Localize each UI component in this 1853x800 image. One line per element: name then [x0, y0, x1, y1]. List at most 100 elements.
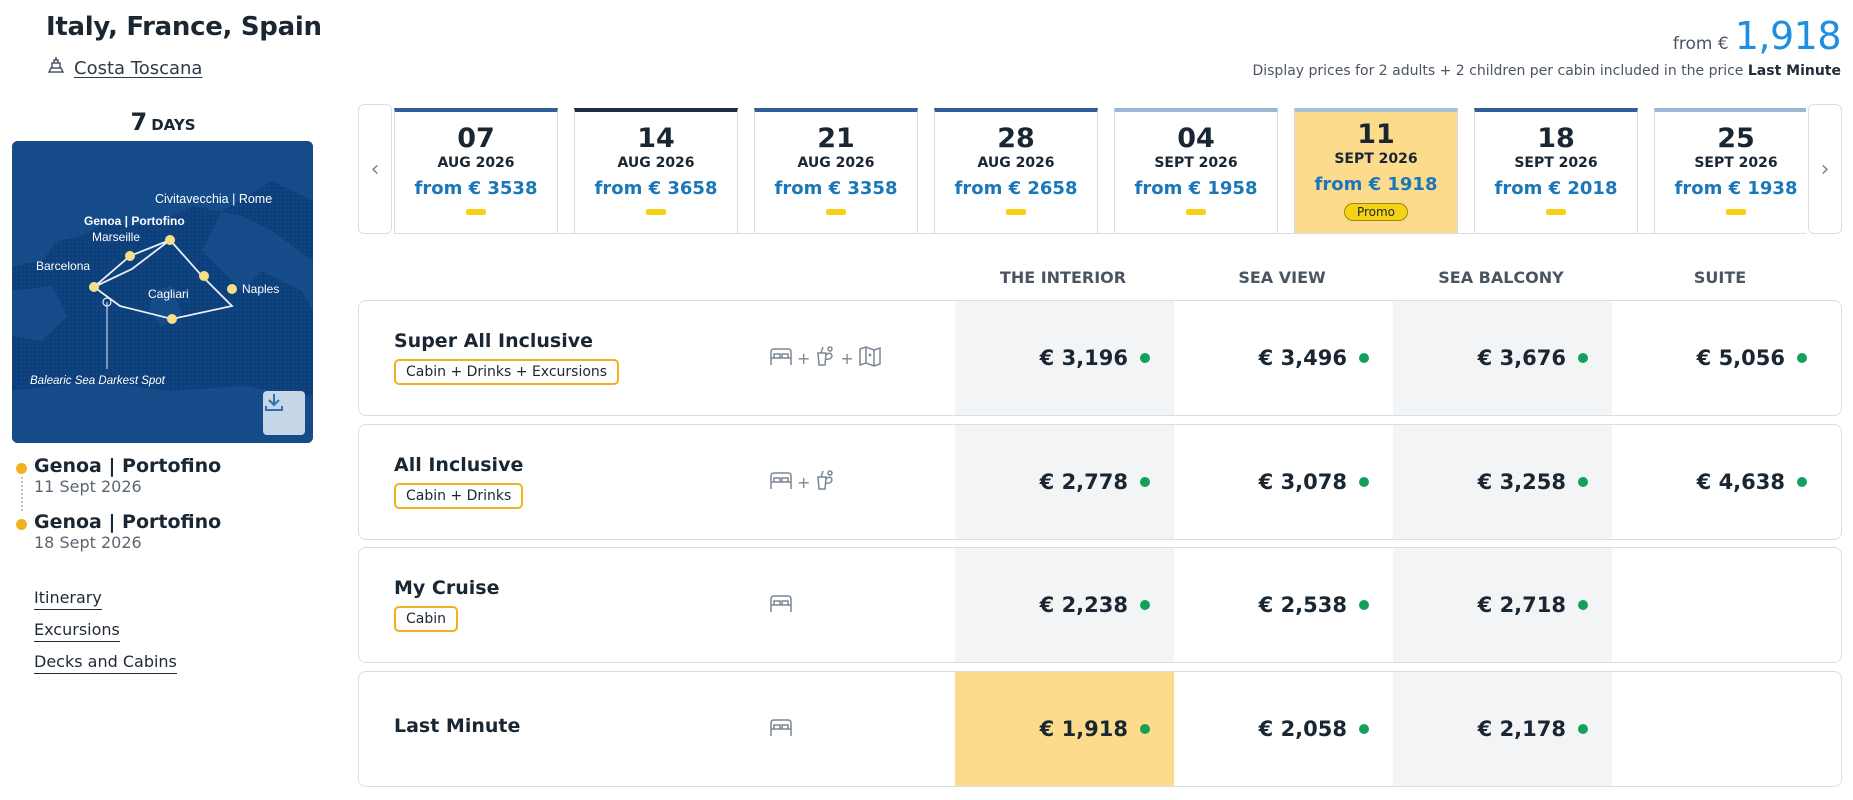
link-decks-cabins[interactable]: Decks and Cabins	[34, 652, 177, 674]
price-value[interactable]: € 2,718	[1478, 593, 1566, 617]
package-icons	[769, 672, 793, 786]
price-value[interactable]: € 3,676	[1478, 346, 1566, 370]
price-value[interactable]: € 3,258	[1478, 470, 1566, 494]
price-value[interactable]: € 1,918	[1040, 717, 1128, 741]
departure-date-carousel: ‹ 07 AUG 2026 from € 3538 14 AUG 2026 from € …	[358, 104, 1842, 236]
availability-bar	[1006, 209, 1026, 215]
departure-date-card[interactable]: 28 AUG 2026 from € 2658	[934, 108, 1098, 233]
map-label-naples: Naples	[242, 282, 279, 296]
timeline-port: Genoa | Portofino	[34, 511, 222, 533]
availability-dot	[1578, 600, 1588, 610]
package-badge: Cabin	[394, 606, 459, 632]
price-value[interactable]: € 2,178	[1478, 717, 1566, 741]
availability-dot	[1359, 353, 1369, 363]
bed-icon	[769, 346, 793, 370]
date-day: 07	[457, 123, 495, 154]
availability-bar	[466, 209, 486, 215]
price-cell[interactable]: € 4,638	[1612, 425, 1831, 539]
price-cell[interactable]: € 2,778	[955, 425, 1174, 539]
date-month: AUG 2026	[437, 155, 515, 171]
date-price: from € 2018	[1494, 178, 1618, 199]
plus-icon: +	[797, 472, 811, 492]
ship-name[interactable]: Costa Toscana	[74, 58, 202, 79]
date-price: from € 1958	[1134, 178, 1258, 199]
price-cell[interactable]: € 3,258	[1393, 425, 1612, 539]
package-row: My Cruise Cabin € 2,238 € 2,538 € 2,718	[358, 547, 1842, 663]
availability-dot	[1359, 477, 1369, 487]
price-cell[interactable]: € 2,178	[1393, 672, 1612, 786]
date-price: from € 3358	[774, 178, 898, 199]
availability-dot	[1578, 477, 1588, 487]
departure-date-card[interactable]: 21 AUG 2026 from € 3358	[754, 108, 918, 233]
departure-date-card[interactable]: 18 SEPT 2026 from € 2018	[1474, 108, 1638, 233]
availability-dot	[1140, 724, 1150, 734]
ship-link[interactable]: Costa Toscana	[46, 56, 202, 81]
map-label-genoa: Genoa | Portofino	[84, 214, 185, 228]
date-month: SEPT 2026	[1154, 155, 1238, 171]
price-cell[interactable]: € 2,058	[1174, 672, 1393, 786]
availability-bar	[646, 209, 666, 215]
price-from-amount: 1,918	[1734, 14, 1842, 58]
availability-dot	[1578, 353, 1588, 363]
duration-label: DAYS	[151, 116, 196, 134]
availability-bar	[1726, 209, 1746, 215]
price-cell[interactable]: € 3,196	[955, 301, 1174, 415]
price-cell[interactable]: € 3,078	[1174, 425, 1393, 539]
date-price: from € 3538	[414, 178, 538, 199]
carousel-prev-button[interactable]: ‹	[358, 104, 392, 234]
package-name: Super All Inclusive	[394, 330, 594, 352]
availability-dot	[1797, 353, 1807, 363]
map-download-button[interactable]	[263, 391, 305, 435]
package-icons: +	[769, 425, 836, 539]
ship-icon	[46, 56, 66, 81]
date-price: from € 1938	[1674, 178, 1798, 199]
duration: 7 DAYS	[12, 108, 314, 136]
price-value[interactable]: € 2,778	[1040, 470, 1128, 494]
price-cell[interactable]: € 1,918	[955, 672, 1174, 786]
promo-badge: Promo	[1343, 203, 1409, 221]
map-label-barcelona: Barcelona	[36, 259, 90, 273]
departure-date-card[interactable]: 04 SEPT 2026 from € 1958	[1114, 108, 1278, 233]
package-row: Last Minute € 1,918 € 2,058 € 2,178	[358, 671, 1842, 787]
price-cell[interactable]: € 3,496	[1174, 301, 1393, 415]
price-value[interactable]: € 5,056	[1697, 346, 1785, 370]
drink-icon	[814, 469, 836, 495]
link-itinerary[interactable]: Itinerary	[34, 588, 102, 610]
price-cell	[1612, 548, 1831, 662]
price-cell[interactable]: € 3,676	[1393, 301, 1612, 415]
price-from-label: from €	[1672, 34, 1729, 54]
itinerary-map[interactable]: Civitavecchia | Rome Genoa | Portofino M…	[12, 141, 313, 443]
price-cell[interactable]: € 2,718	[1393, 548, 1612, 662]
price-cell[interactable]: € 2,538	[1174, 548, 1393, 662]
availability-bar	[1546, 209, 1566, 215]
price-value[interactable]: € 2,238	[1040, 593, 1128, 617]
price-cell[interactable]: € 2,238	[955, 548, 1174, 662]
price-value[interactable]: € 3,196	[1040, 346, 1128, 370]
package-icons: + +	[769, 301, 882, 415]
departure-date-card[interactable]: 07 AUG 2026 from € 3538	[394, 108, 558, 233]
availability-dot	[1140, 353, 1150, 363]
drink-icon	[814, 345, 836, 371]
price-value[interactable]: € 2,058	[1259, 717, 1347, 741]
departure-date-card[interactable]: 25 SEPT 2026 from € 1938	[1654, 108, 1806, 233]
bed-icon	[769, 717, 793, 741]
date-day: 14	[637, 123, 675, 154]
price-value[interactable]: € 2,538	[1259, 593, 1347, 617]
package-name: All Inclusive	[394, 454, 524, 476]
carousel-next-button[interactable]: ›	[1808, 104, 1842, 234]
timeline-date: 18 Sept 2026	[34, 533, 142, 552]
package-row: All Inclusive Cabin + Drinks + € 2,778 € 3,0…	[358, 424, 1842, 540]
price-value[interactable]: € 3,496	[1259, 346, 1347, 370]
date-day: 18	[1537, 123, 1575, 154]
package-badge: Cabin + Drinks	[394, 483, 524, 509]
package-name: Last Minute	[394, 715, 521, 737]
departure-date-card[interactable]: 11 SEPT 2026 from € 1918 Promo	[1294, 108, 1458, 233]
column-header: SUITE	[1693, 268, 1747, 287]
price-cell[interactable]: € 5,056	[1612, 301, 1831, 415]
price-value[interactable]: € 4,638	[1697, 470, 1785, 494]
link-excursions[interactable]: Excursions	[34, 620, 120, 642]
package-name: My Cruise	[394, 577, 500, 599]
price-value[interactable]: € 3,078	[1259, 470, 1347, 494]
departure-date-card[interactable]: 14 AUG 2026 from € 3658	[574, 108, 738, 233]
package-badge: Cabin + Drinks + Excursions	[394, 359, 620, 385]
